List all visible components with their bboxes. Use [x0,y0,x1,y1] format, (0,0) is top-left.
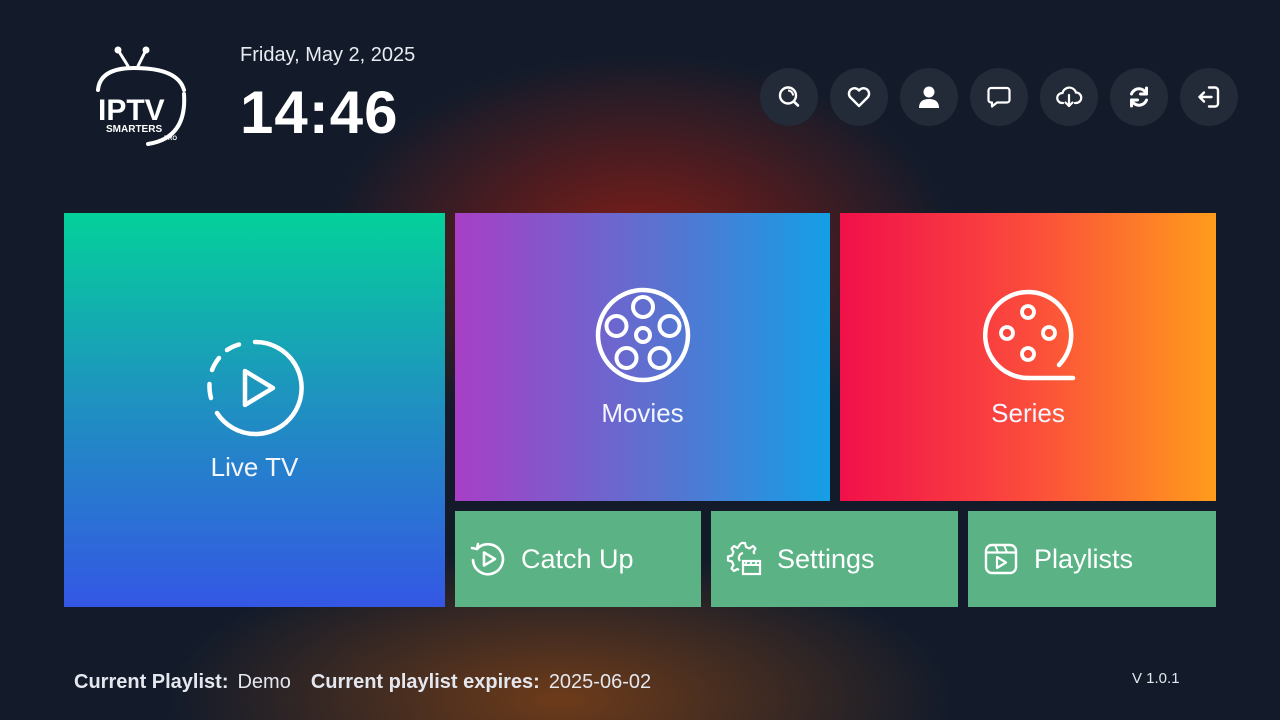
movies-tile[interactable]: Movies [455,213,830,501]
refresh-icon [1130,86,1148,108]
profile-button[interactable] [900,68,958,126]
catch-up-icon [470,542,505,576]
film-reel-tape-icon [983,289,1076,380]
heart-icon [847,87,871,108]
search-icon [778,86,800,107]
logo-subtitle: SMARTERS [106,124,162,135]
logo-title: IPTV [98,94,165,127]
settings-gear-icon [726,541,762,576]
refresh-button[interactable] [1110,68,1168,126]
movies-label: Movies [601,397,684,428]
download-button[interactable] [1040,68,1098,126]
live-tv-label: Live TV [210,451,299,482]
playlists-label: Playlists [1034,543,1134,574]
film-reel-icon [595,287,690,382]
logout-button[interactable] [1180,68,1238,126]
app-version: V 1.0.1 [1132,670,1180,687]
search-button[interactable] [760,68,818,126]
playlist-icon [984,543,1018,575]
chat-icon [987,86,1011,108]
playlist-status-bar: Current Playlist: Demo Current playlist … [74,671,671,694]
series-tile[interactable]: Series [840,213,1216,501]
catch-up-tile[interactable]: Catch Up [455,511,701,607]
user-icon [919,86,939,108]
series-label: Series [991,397,1065,428]
current-playlist-label: Current Playlist: [74,671,229,693]
settings-tile[interactable]: Settings [711,511,958,607]
live-tv-tile[interactable]: Live TV [64,213,445,607]
current-date: Friday, May 2, 2025 [240,44,416,66]
download-icon [1056,86,1083,108]
logout-icon [1198,86,1220,108]
playlist-expires-label: Current playlist expires: [310,671,540,693]
current-playlist-value: Demo [237,671,291,693]
messages-button[interactable] [970,68,1028,126]
current-time: 14:46 [240,79,399,146]
catch-up-label: Catch Up [521,543,634,574]
logo-tag: PRO [164,136,177,142]
playlist-expires-value: 2025-06-02 [548,671,652,693]
top-toolbar [760,68,1238,126]
settings-label: Settings [777,543,875,574]
live-play-icon [206,339,304,436]
playlists-tile[interactable]: Playlists [968,511,1216,607]
favorites-button[interactable] [830,68,888,126]
app-logo: IPTV SMARTERS PRO [88,44,192,152]
